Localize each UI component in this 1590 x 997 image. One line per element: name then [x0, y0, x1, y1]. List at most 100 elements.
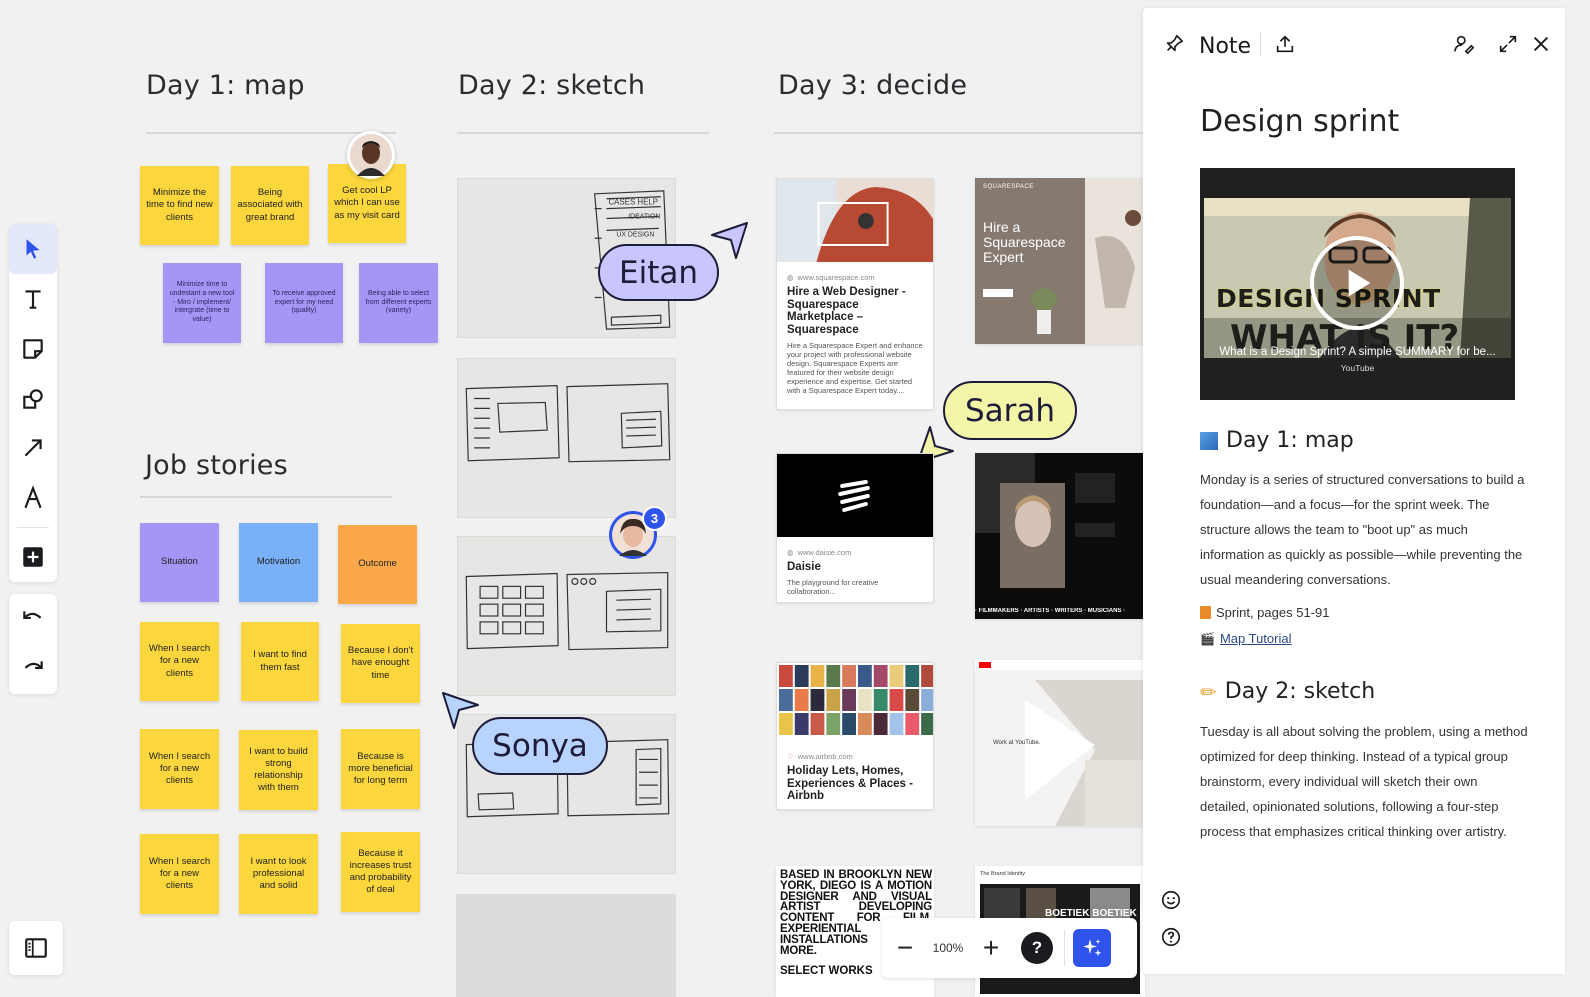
more-tools-button[interactable]	[9, 532, 57, 582]
section-body: Monday is a series of structured convers…	[1200, 472, 1525, 587]
clapperboard-icon: 🎬	[1200, 631, 1215, 646]
redo-button[interactable]	[9, 644, 57, 694]
sticky-note[interactable]: Minimize the time to find new clients	[140, 166, 219, 245]
map-tutorial-link[interactable]: Map Tutorial	[1220, 631, 1292, 646]
divider	[774, 132, 1144, 134]
sparkle-icon	[1073, 929, 1111, 967]
divider	[1064, 930, 1065, 966]
undo-button[interactable]	[9, 594, 57, 644]
card-title: Hire a Web Designer - Squarespace Market…	[787, 286, 906, 336]
sticky-note[interactable]: I want to find them fast	[241, 622, 319, 701]
daisie-favicon-icon: ◍	[787, 548, 794, 557]
close-icon[interactable]	[1530, 33, 1552, 55]
sticky-note[interactable]: Because is more beneficial for long term	[341, 729, 420, 809]
sticky-note-header[interactable]: Motivation	[239, 523, 318, 602]
zoom-level: 100%	[932, 941, 964, 955]
globe-icon: ◍	[787, 273, 794, 282]
wireframe-sketch-icon	[465, 571, 669, 651]
section-heading-day1: Day 1: map	[1200, 428, 1354, 453]
help-button[interactable]: ?	[1014, 925, 1060, 971]
wireframe-sketch-icon	[465, 383, 671, 463]
pen-tool[interactable]	[9, 473, 57, 523]
document-title: Design sprint	[1200, 104, 1400, 139]
help-icon: ?	[1021, 932, 1053, 964]
link-card-daisie[interactable]: ◍ www.daisie.com Daisie The playground fo…	[776, 453, 934, 603]
user-photo-icon	[350, 134, 392, 176]
sticky-note[interactable]: Because it increases trust and probabili…	[341, 832, 420, 912]
link-card-squarespace[interactable]: ◍ www.squarespace.com Hire a Web Designer…	[776, 178, 934, 410]
collaborator-name-tag: Eitan	[598, 244, 719, 301]
sticky-note[interactable]: Minimize time to undestant a new tool - …	[163, 263, 241, 343]
card-thumbnail-image	[777, 663, 933, 741]
sticky-note[interactable]: I want to look professional and solid	[239, 834, 318, 914]
reference-text: Sprint, pages 51-91	[1216, 605, 1330, 620]
sticky-note-header[interactable]: Outcome	[338, 525, 417, 604]
svg-text:IDEATION: IDEATION	[628, 214, 660, 221]
sticky-note[interactable]: To receive approved expert for my need (…	[265, 263, 343, 343]
pen-icon	[24, 485, 42, 509]
select-tool[interactable]	[9, 224, 57, 274]
heading-text: Day 1: map	[1226, 428, 1354, 453]
reference-item: 🎬 Map Tutorial	[1200, 631, 1292, 646]
website-screenshot[interactable]: Work at YouTube.	[975, 660, 1145, 826]
tile-brand: SQUARESPACE	[983, 184, 1034, 190]
play-button[interactable]	[1310, 236, 1404, 330]
undo-icon	[23, 611, 42, 619]
svg-text:CASES HELP: CASES HELP	[608, 198, 658, 207]
shapes-tool[interactable]	[9, 374, 57, 424]
card-title: Holiday Lets, Homes, Experiences & Place…	[787, 765, 913, 803]
sticky-note[interactable]: Because I don't have enought time	[341, 624, 420, 703]
tool-palette	[9, 224, 57, 582]
sticky-note[interactable]: When I search for a new clients	[140, 834, 219, 914]
panel-toggle-container	[9, 921, 63, 975]
redo-icon	[24, 661, 43, 669]
sticky-note[interactable]: I want to build strong relationship with…	[239, 730, 318, 810]
tile-headline: Hire a Squarespace Expert	[983, 219, 1066, 265]
divider	[457, 132, 709, 134]
zoom-controls: − 100% + ?	[882, 918, 1137, 978]
text-tool[interactable]	[9, 274, 57, 324]
website-screenshot[interactable]: SQUARESPACE Hire a Squarespace Expert	[975, 178, 1145, 344]
ai-assist-button[interactable]	[1069, 925, 1115, 971]
connector-tool[interactable]	[9, 423, 57, 473]
sketch-image[interactable]	[457, 536, 676, 696]
svg-text:UX DESIGN: UX DESIGN	[616, 231, 654, 238]
help-circle-icon[interactable]	[1160, 926, 1182, 948]
sticky-note[interactable]: Being associated with great brand	[231, 166, 309, 245]
cursor-pointer-icon	[442, 692, 479, 729]
zoom-in-button[interactable]: +	[968, 925, 1014, 971]
sticky-note-tool[interactable]	[9, 324, 57, 374]
card-thumbnail-image	[777, 179, 933, 262]
sketch-image[interactable]	[456, 894, 676, 997]
card-title: Daisie	[787, 561, 821, 573]
toggle-sidebar-button[interactable]	[12, 923, 60, 973]
share-icon[interactable]	[1274, 33, 1296, 55]
pencil-icon: ✏	[1200, 679, 1217, 704]
cursor-arrow-icon	[26, 239, 40, 259]
sticky-note[interactable]: When I search for a new clients	[140, 729, 219, 809]
emoji-icon[interactable]	[1160, 889, 1182, 911]
pin-icon[interactable]	[1163, 33, 1185, 55]
expand-icon[interactable]	[1497, 33, 1519, 55]
history-toolbar	[9, 594, 57, 694]
card-url: www.airbnb.com	[797, 752, 853, 761]
avatar[interactable]	[347, 131, 395, 179]
edit-user-icon[interactable]	[1453, 33, 1475, 55]
link-card-airbnb[interactable]: ♢ www.airbnb.com Holiday Lets, Homes, Exp…	[776, 662, 934, 810]
sketch-image[interactable]	[457, 358, 676, 518]
plus-icon: +	[982, 932, 1000, 963]
card-description: The playground for creative collaboratio…	[787, 577, 879, 596]
section-title-job-stories: Job stories	[145, 450, 288, 481]
zoom-out-button[interactable]: −	[882, 925, 928, 971]
sticky-note[interactable]: When I search for a new clients	[140, 622, 219, 701]
shapes-icon	[23, 388, 43, 409]
section-title-day1: Day 1: map	[146, 70, 305, 101]
collaborator-name-tag: Sonya	[472, 717, 608, 775]
website-screenshot[interactable]: · FILMMAKERS · ARTISTS · WRITERS · MUSIC…	[975, 453, 1145, 619]
sticky-note-header[interactable]: Situation	[140, 523, 219, 602]
text-icon	[25, 290, 41, 309]
sticky-note[interactable]: Being able to select from different expe…	[359, 263, 438, 343]
section-title-day2: Day 2: sketch	[458, 70, 646, 101]
section-body: Tuesday is all about solving the problem…	[1200, 724, 1528, 839]
video-embed[interactable]: DESIGN SPRINT WHAT IS IT? What is a Desi…	[1200, 168, 1515, 400]
